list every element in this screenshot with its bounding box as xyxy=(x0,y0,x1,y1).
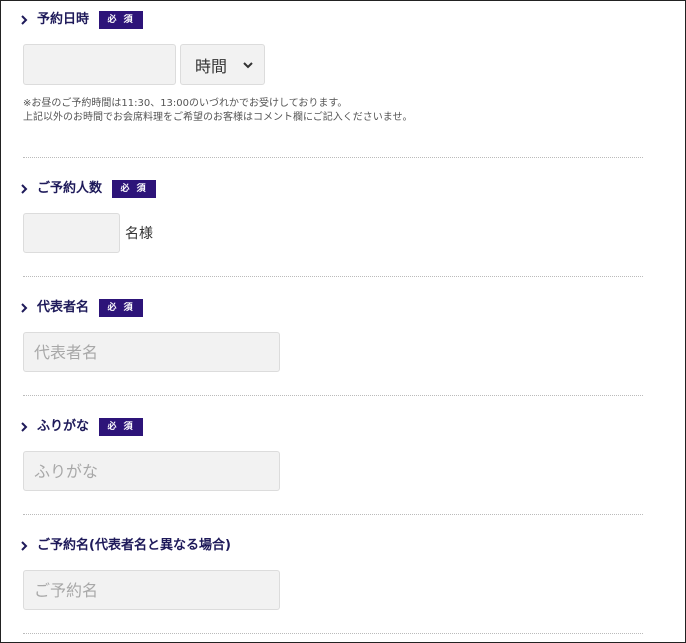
chevron-right-icon xyxy=(21,303,28,313)
section-divider xyxy=(23,276,643,277)
representative-name-input[interactable] xyxy=(23,332,280,372)
required-badge: 必 須 xyxy=(99,11,144,29)
furigana-label: ふりがな xyxy=(37,419,90,434)
representative-label-row: 代表者名 必 須 xyxy=(19,298,144,318)
party-size-label-row: ご予約人数 必 須 xyxy=(19,179,157,199)
reservation-datetime-label: 予約日時 xyxy=(37,12,90,27)
reservation-time-note: ※お昼のご予約時間は11:30、13:00のいづれかでお受けしております。 上記… xyxy=(23,97,413,125)
section-divider xyxy=(23,514,643,515)
required-badge: 必 須 xyxy=(99,418,144,436)
chevron-right-icon xyxy=(21,184,28,194)
section-divider xyxy=(23,633,643,634)
section-divider xyxy=(23,157,643,158)
note-line: ※お昼のご予約時間は11:30、13:00のいづれかでお受けしております。 xyxy=(23,98,348,109)
reservation-name-label-row: ご予約名(代表者名と異なる場合) xyxy=(19,536,231,556)
party-size-input[interactable] xyxy=(23,213,120,253)
representative-label: 代表者名 xyxy=(37,300,90,315)
required-badge: 必 須 xyxy=(112,180,157,198)
furigana-label-row: ふりがな 必 須 xyxy=(19,417,144,437)
chevron-down-icon xyxy=(243,62,253,69)
party-size-unit: 名様 xyxy=(125,226,153,242)
required-badge: 必 須 xyxy=(99,299,144,317)
time-select-value: 時間 xyxy=(195,56,228,76)
party-size-label: ご予約人数 xyxy=(37,181,103,196)
reservation-name-label: ご予約名(代表者名と異なる場合) xyxy=(37,538,231,553)
section-divider xyxy=(23,395,643,396)
reservation-date-input[interactable] xyxy=(23,44,176,85)
chevron-right-icon xyxy=(21,15,28,25)
chevron-right-icon xyxy=(21,422,28,432)
reservation-form: 予約日時 必 須 時間 ※お昼のご予約時間は11:30、13:00のいづれかでお… xyxy=(0,0,686,643)
time-select[interactable]: 時間 xyxy=(180,44,265,85)
chevron-right-icon xyxy=(21,541,28,551)
note-line: 上記以外のお時間でお会席料理をご希望のお客様はコメント欄にご記入くださいませ。 xyxy=(23,112,413,123)
reservation-name-input[interactable] xyxy=(23,570,280,610)
reservation-datetime-label-row: 予約日時 必 須 xyxy=(19,10,144,30)
furigana-input[interactable] xyxy=(23,451,280,491)
